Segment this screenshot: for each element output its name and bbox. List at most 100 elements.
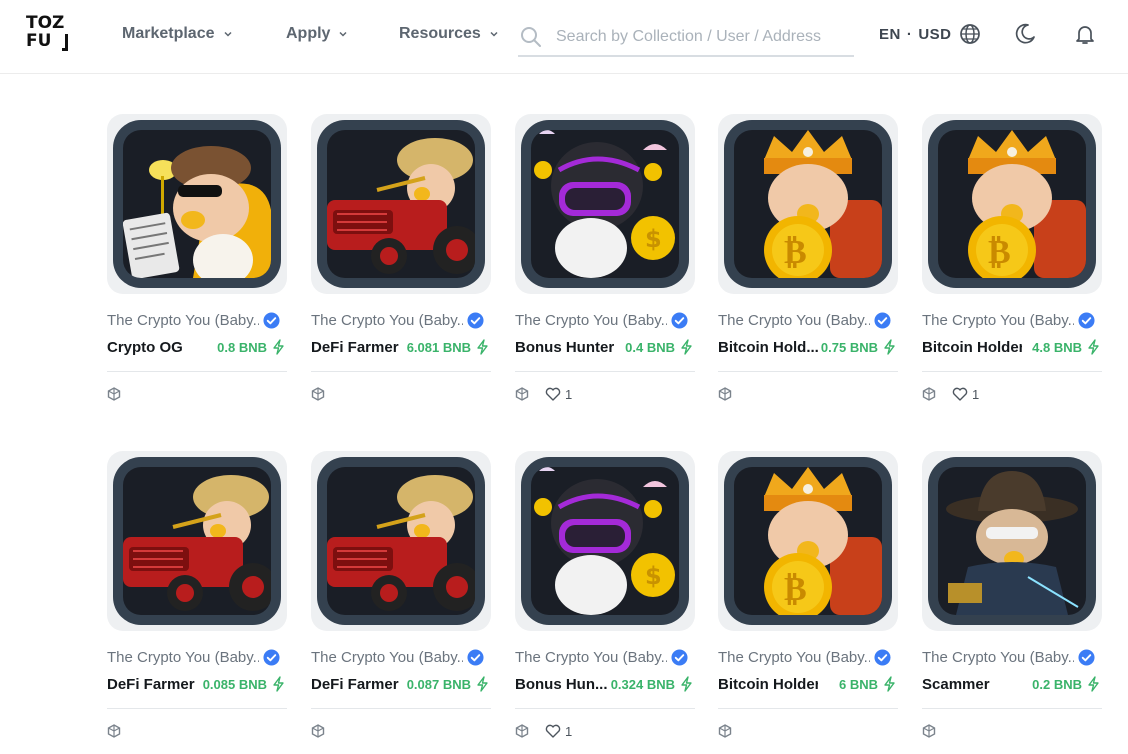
item-name: DeFi Farmer [107,675,195,693]
nav-apply[interactable]: Apply [286,24,348,44]
nft-artwork-image: $ [531,467,679,615]
price-value: 0.324 BNB [610,676,675,692]
nft-card[interactable]: The Crypto You (Baby... DeFi Farmer 0.08… [107,451,287,751]
item-name: Bitcoin Holder [718,675,818,693]
nft-artwork [123,130,271,278]
item-price: 0.4 BNB [625,339,695,355]
price-value: 0.2 BNB [1032,676,1082,692]
moon-icon[interactable] [1013,22,1037,46]
heart-icon [545,387,561,401]
lightning-icon [273,339,284,355]
item-price: 0.2 BNB [1032,676,1102,692]
chevron-down-icon [339,31,347,37]
collection-name[interactable]: The Crypto You (Baby... [107,312,259,329]
language-label: EN [879,25,901,43]
nft-card[interactable]: The Crypto You (Baby... DeFi Farmer 6.08… [311,114,491,414]
nft-card[interactable]: The Crypto You (Baby... Scammer 0.2 BNB [922,451,1102,751]
nft-card[interactable]: The Crypto You (Baby... Crypto OG 0.8 BN… [107,114,287,414]
language-currency-selector[interactable]: EN · USD [879,24,981,44]
item-name: DeFi Farmer [311,338,399,356]
bnb-chain-icon [922,387,936,401]
bnb-chain-icon [107,387,121,401]
lightning-icon [477,676,488,692]
lightning-icon [884,339,895,355]
item-name: Crypto OG [107,338,183,356]
like-button[interactable]: 1 [545,387,572,402]
nft-thumbnail [107,451,287,631]
collection-name[interactable]: The Crypto You (Baby... [515,649,667,666]
chevron-down-icon [490,31,498,37]
nft-thumbnail: $ [515,451,695,631]
chevron-down-icon [223,31,232,37]
svg-text:₿: ₿ [784,569,807,609]
nft-artwork-image: $ [531,130,679,278]
divider [922,708,1102,709]
divider [515,371,695,372]
collection-name[interactable]: The Crypto You (Baby... [718,312,870,329]
verified-badge-icon [671,648,688,666]
nft-card[interactable]: The Crypto You (Baby... DeFi Farmer 0.08… [311,451,491,751]
price-value: 0.4 BNB [625,339,675,355]
item-name: Bonus Hun... [515,675,608,693]
price-value: 0.087 BNB [406,676,471,692]
nav-resources[interactable]: Resources [399,24,499,44]
nft-thumbnail: ₿ [922,114,1102,294]
price-value: 4.8 BNB [1032,339,1082,355]
nft-thumbnail: $ [515,114,695,294]
nav-apply-label: Apply [286,25,331,42]
bnb-chain-icon [718,724,732,738]
like-button[interactable]: 1 [952,387,979,402]
nft-card[interactable]: ₿ The Crypto You (Baby... Bitcoin Holder… [922,114,1102,414]
nft-artwork [327,130,475,278]
lightning-icon [1088,339,1099,355]
lightning-icon [681,339,692,355]
nft-thumbnail [107,114,287,294]
item-name: Bitcoin Hold... [718,338,818,356]
verified-badge-icon [263,648,280,666]
collection-name[interactable]: The Crypto You (Baby... [718,649,870,666]
collection-name[interactable]: The Crypto You (Baby... [922,312,1074,329]
lightning-icon [477,339,488,355]
divider [515,708,695,709]
lightning-icon [681,676,692,692]
nft-card[interactable]: $ The Crypto You (Baby... Bonus Hun... 0… [515,451,695,751]
item-name: Bonus Hunter [515,338,615,356]
logo[interactable]: TOZ FU [26,15,68,53]
collection-name[interactable]: The Crypto You (Baby... [107,649,259,666]
verified-badge-icon [1078,311,1095,329]
collection-name[interactable]: The Crypto You (Baby... [311,312,463,329]
bnb-chain-icon [107,724,121,738]
nft-card[interactable]: ₿ The Crypto You (Baby... Bitcoin Holder… [718,451,898,751]
nft-card[interactable]: ₿ The Crypto You (Baby... Bitcoin Hold..… [718,114,898,414]
item-price: 6 BNB [839,676,898,692]
like-count: 1 [565,723,573,739]
bnb-chain-icon [311,724,325,738]
item-price: 0.085 BNB [203,676,287,692]
collection-name[interactable]: The Crypto You (Baby... [515,312,667,329]
nft-artwork: ₿ [734,467,882,615]
search-input[interactable] [556,27,846,46]
nft-artwork-image [123,130,271,278]
verified-badge-icon [263,311,280,329]
like-count: 1 [565,386,573,402]
nft-thumbnail: ₿ [718,114,898,294]
divider [922,371,1102,372]
collection-name[interactable]: The Crypto You (Baby... [922,649,1074,666]
price-value: 6 BNB [838,676,878,692]
nft-thumbnail: ₿ [718,451,898,631]
nft-artwork-image [938,467,1086,615]
nav-marketplace[interactable]: Marketplace [122,24,233,44]
verified-badge-icon [467,648,484,666]
nft-artwork-image: ₿ [734,467,882,615]
bell-icon[interactable] [1073,22,1097,46]
divider [718,708,898,709]
item-price: 0.75 BNB [821,339,898,355]
verified-badge-icon [467,311,484,329]
price-value: 0.085 BNB [202,676,267,692]
like-button[interactable]: 1 [545,724,572,739]
search-icon [521,26,541,47]
nft-card[interactable]: $ The Crypto You (Baby... Bonus Hunter 0… [515,114,695,414]
collection-name[interactable]: The Crypto You (Baby... [311,649,463,666]
verified-badge-icon [874,648,891,666]
divider [107,371,287,372]
